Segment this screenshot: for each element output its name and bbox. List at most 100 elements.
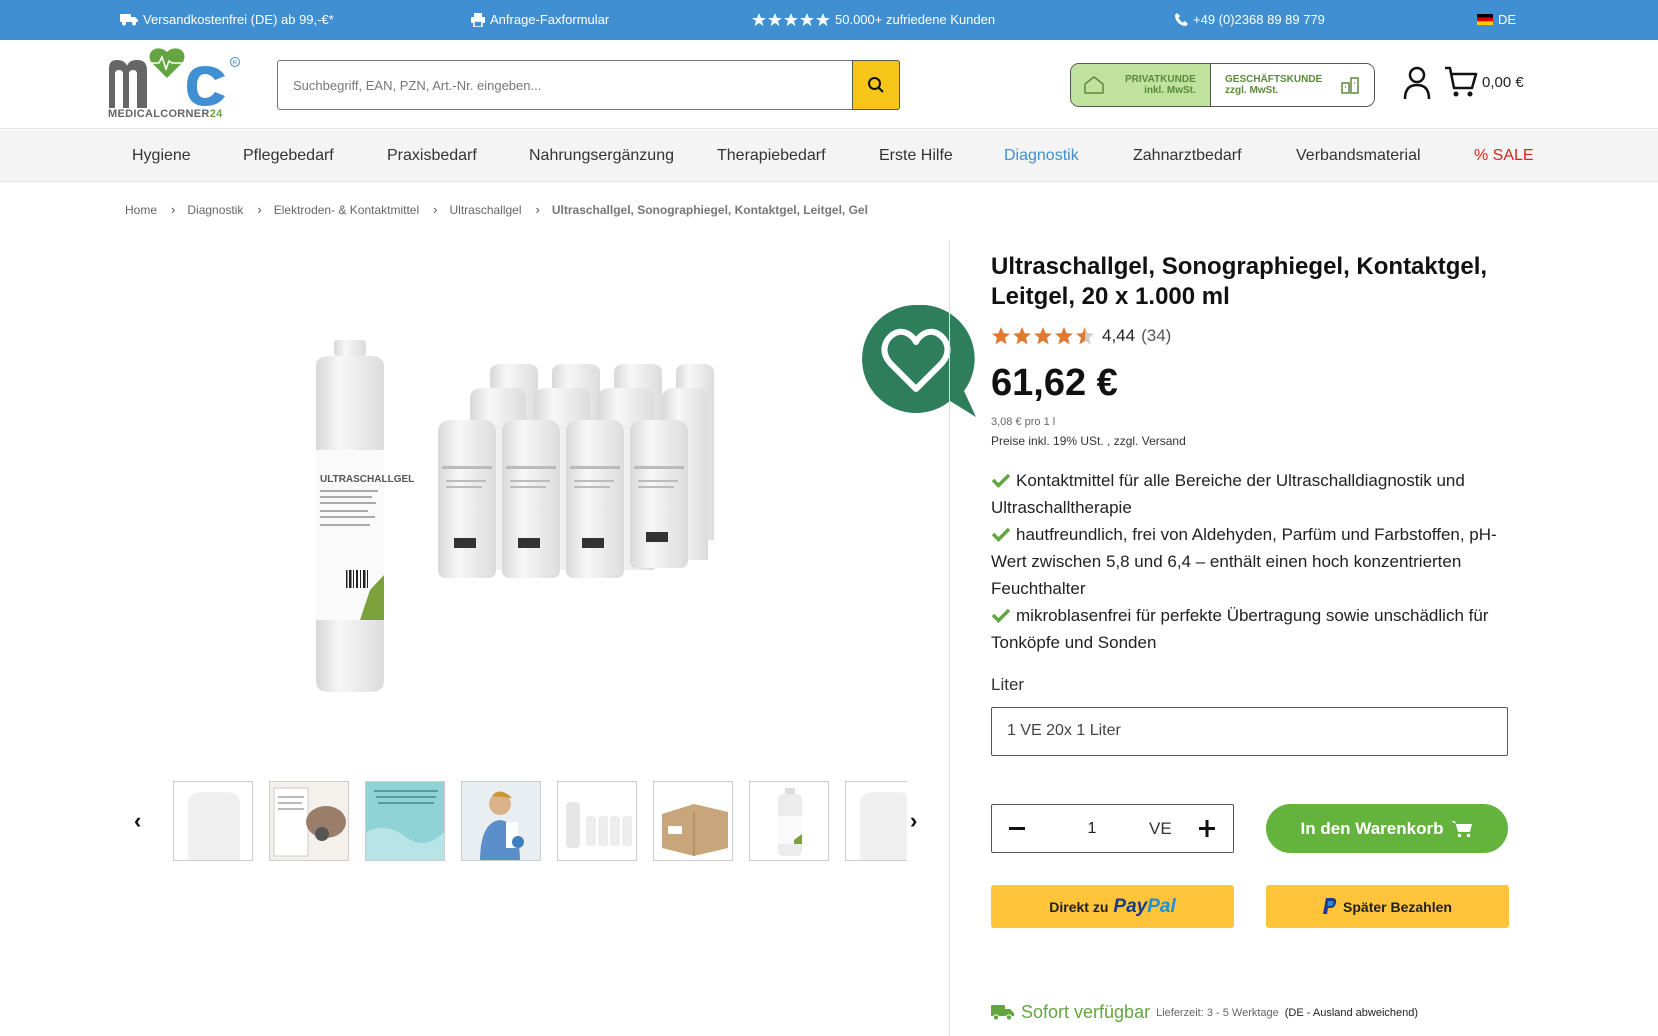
quantity-decrease-button[interactable] bbox=[1008, 815, 1026, 848]
heart-icon bbox=[862, 304, 976, 417]
chevron-right-icon: › bbox=[257, 202, 262, 217]
nav-item-nahrungsergaenzung[interactable]: Nahrungsergänzung bbox=[529, 147, 674, 165]
nav-item-pflegebedarf[interactable]: Pflegebedarf bbox=[243, 147, 334, 165]
abroad-note: (DE - Ausland abweichend) bbox=[1284, 1006, 1419, 1019]
breadcrumb-ultraschallgel[interactable]: Ultraschallgel bbox=[449, 203, 521, 217]
chevron-right-icon: › bbox=[433, 202, 438, 217]
search-input[interactable] bbox=[278, 61, 853, 109]
customer-type-toggle: PRIVATKUNDE inkl. MwSt. GESCHÄFTSKUNDE zzg… bbox=[1070, 63, 1375, 107]
site-logo[interactable]: R MEDICALCORNER24 bbox=[107, 48, 247, 124]
thumbnail-box-image bbox=[662, 804, 728, 856]
nav-item-zahnarztbedarf[interactable]: Zahnarztbedarf bbox=[1133, 147, 1242, 165]
wishlist-button[interactable] bbox=[860, 304, 976, 421]
printer-icon bbox=[471, 12, 485, 27]
business-customer-option[interactable]: GESCHÄFTSKUNDE zzgl. MwSt. bbox=[1211, 64, 1374, 106]
checkmark-icon bbox=[991, 527, 1011, 542]
search-bar bbox=[277, 60, 900, 110]
delivery-truck-icon bbox=[991, 1005, 1014, 1021]
thumbnail-item[interactable] bbox=[845, 781, 907, 861]
feature-item: Kontaktmittel für alle Bereiche der Ultr… bbox=[991, 467, 1501, 521]
nav-item-erste-hilfe[interactable]: Erste Hilfe bbox=[879, 147, 953, 165]
feature-item: mikroblasenfrei für perfekte Übertragung… bbox=[991, 602, 1501, 656]
thumbnail-bottles-image bbox=[566, 802, 632, 848]
private-customer-label: PRIVATKUNDE inkl. MwSt. bbox=[1125, 74, 1196, 96]
product-rating[interactable]: 4,44 (34) bbox=[991, 326, 1171, 346]
phone-text[interactable]: +49 (0)2368 89 89 779 bbox=[1193, 12, 1325, 27]
mc-logo-icon: R bbox=[109, 48, 240, 108]
business-customer-title: GESCHÄFTSKUNDE bbox=[1225, 74, 1323, 85]
category-nav: Hygiene Pflegebedarf Praxisbedarf Nahrun… bbox=[0, 130, 1658, 182]
paypal-icon bbox=[1323, 898, 1337, 914]
cart-total[interactable]: 0,00 € bbox=[1482, 74, 1524, 91]
tax-note[interactable]: Preise inkl. 19% USt. , zzgl. Versand bbox=[991, 434, 1186, 448]
paypal-logo-pay: Pay bbox=[1113, 895, 1148, 917]
private-customer-option[interactable]: PRIVATKUNDE inkl. MwSt. bbox=[1071, 64, 1211, 106]
thumbnail-nurse-image bbox=[462, 782, 540, 860]
thumbnail-item[interactable] bbox=[365, 781, 445, 861]
bottles-image: ULTRASCHALLGEL bbox=[316, 340, 714, 692]
thumbnail-item[interactable] bbox=[461, 781, 541, 861]
language-text[interactable]: DE bbox=[1498, 12, 1516, 27]
truck-icon bbox=[120, 14, 138, 26]
variant-label: Liter bbox=[991, 675, 1025, 694]
breadcrumb-home[interactable]: Home bbox=[125, 203, 157, 217]
thumbnail-item[interactable] bbox=[557, 781, 637, 861]
fax-form-text[interactable]: Anfrage-Faxformular bbox=[490, 12, 609, 27]
breadcrumb-elektroden[interactable]: Elektroden- & Kontaktmittel bbox=[274, 203, 419, 217]
thumbnail-canister-image bbox=[188, 792, 240, 860]
feature-item: hautfreundlich, frei von Aldehyden, Parf… bbox=[991, 521, 1501, 602]
breadcrumb-current: Ultraschallgel, Sonographiegel, Kontaktg… bbox=[551, 202, 868, 217]
quantity-increase-button[interactable] bbox=[1198, 814, 1216, 849]
logo-wordmark: MEDICALCORNER24 bbox=[108, 108, 223, 120]
thumbnail-item[interactable] bbox=[653, 781, 733, 861]
nav-item-diagnostik[interactable]: Diagnostik bbox=[1004, 147, 1079, 165]
cart-icon bbox=[1451, 820, 1473, 837]
paypal-button[interactable]: Direkt zu PayPal bbox=[991, 885, 1234, 928]
business-customer-label: GESCHÄFTSKUNDE zzgl. MwSt. bbox=[1225, 74, 1322, 96]
private-customer-title: PRIVATKUNDE bbox=[1125, 74, 1196, 85]
add-to-cart-button[interactable]: In den Warenkorb bbox=[1266, 804, 1508, 853]
thumbnail-prev-button[interactable]: ‹ bbox=[134, 808, 141, 834]
breadcrumb-diagnostik[interactable]: Diagnostik bbox=[187, 203, 243, 217]
product-main-image[interactable]: ULTRASCHALLGEL bbox=[290, 320, 770, 700]
account-button[interactable] bbox=[1403, 66, 1431, 105]
column-divider bbox=[949, 240, 950, 1036]
thumbnail-item[interactable] bbox=[173, 781, 253, 861]
phone-icon bbox=[1175, 13, 1188, 26]
add-to-cart-label: In den Warenkorb bbox=[1300, 818, 1444, 838]
thumbnail-item[interactable] bbox=[269, 781, 349, 861]
nav-item-praxisbedarf[interactable]: Praxisbedarf bbox=[387, 147, 477, 165]
pay-later-button[interactable]: Später Bezahlen bbox=[1266, 885, 1509, 928]
search-button[interactable] bbox=[852, 60, 900, 110]
nav-item-therapiebedarf[interactable]: Therapiebedarf bbox=[717, 147, 826, 165]
thumbnail-item[interactable] bbox=[749, 781, 829, 861]
nav-item-sale[interactable]: % SALE bbox=[1474, 147, 1534, 165]
thumbnail-canister-image bbox=[860, 792, 907, 860]
thumbnail-next-button[interactable]: › bbox=[910, 808, 917, 834]
product-price: 61,62 € bbox=[991, 362, 1118, 404]
lead-time: Lieferzeit: 3 - 5 Werktage bbox=[1156, 1006, 1279, 1019]
plus-icon bbox=[1199, 820, 1215, 837]
feature-list: Kontaktmittel für alle Bereiche der Ultr… bbox=[991, 467, 1501, 656]
quantity-input[interactable]: 1 bbox=[1082, 820, 1102, 838]
nav-item-hygiene[interactable]: Hygiene bbox=[132, 147, 191, 165]
thumbnail-therapy-image bbox=[270, 782, 348, 860]
building-icon bbox=[1341, 77, 1359, 94]
customer-count-text: 50.000+ zufriedene Kunden bbox=[835, 12, 996, 27]
language-selector[interactable]: DE bbox=[1477, 12, 1516, 27]
fax-form-link[interactable]: Anfrage-Faxformular bbox=[471, 12, 609, 27]
cart-button[interactable]: 0,00 € bbox=[1444, 66, 1524, 98]
user-icon bbox=[1403, 66, 1431, 100]
five-stars-icon bbox=[752, 12, 830, 26]
svg-text:R: R bbox=[233, 60, 238, 67]
availability: Sofort verfügbar Lieferzeit: 3 - 5 Werkt… bbox=[991, 1002, 1418, 1023]
quantity-stepper: 1 VE bbox=[991, 804, 1234, 853]
paypal-logo: PayPal bbox=[1113, 896, 1175, 918]
business-customer-tax: zzgl. MwSt. bbox=[1225, 85, 1279, 96]
nav-item-verbandsmaterial[interactable]: Verbandsmaterial bbox=[1296, 147, 1421, 165]
rating-count[interactable]: (34) bbox=[1141, 326, 1171, 346]
product-title: Ultraschallgel, Sonographiegel, Kontaktg… bbox=[991, 253, 1488, 310]
variant-select[interactable]: 1 VE 20x 1 Liter bbox=[991, 707, 1508, 756]
phone-link[interactable]: +49 (0)2368 89 89 779 bbox=[1175, 12, 1325, 27]
search-icon bbox=[868, 77, 884, 93]
